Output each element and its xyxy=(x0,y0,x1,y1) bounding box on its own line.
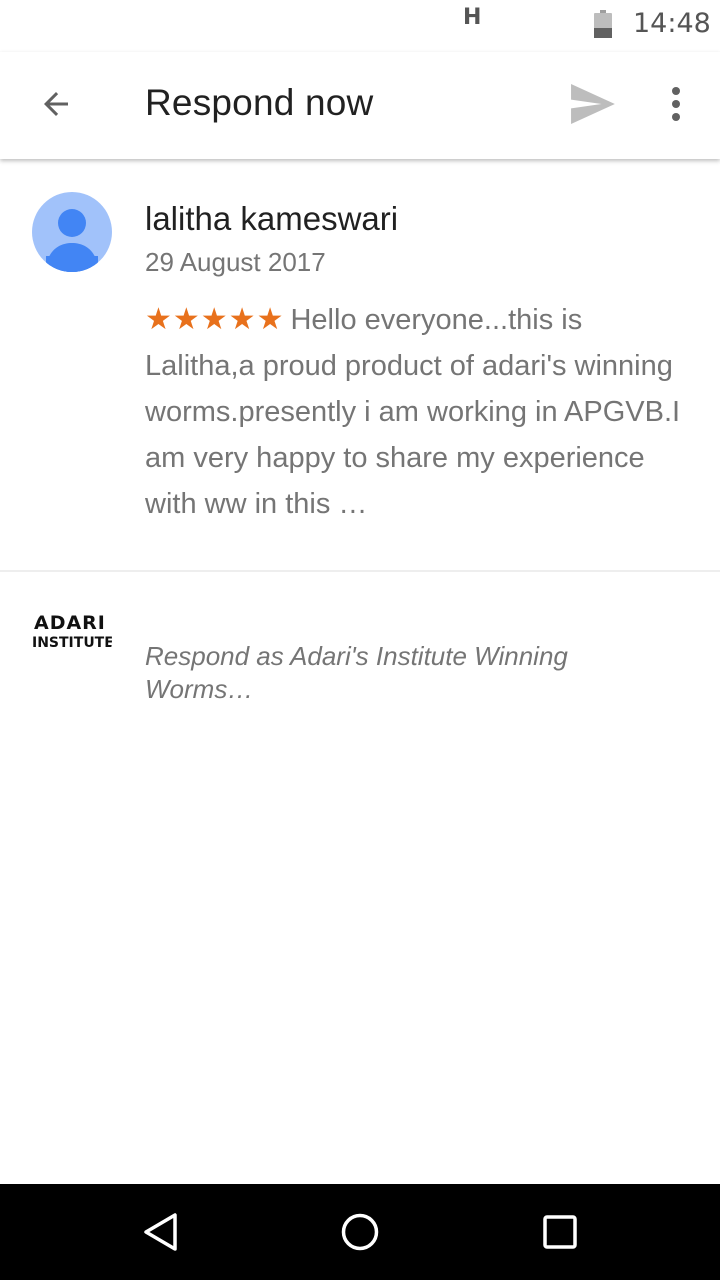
network-indicator: H xyxy=(463,5,482,30)
reviewer-name: lalitha kameswari xyxy=(145,200,399,237)
app-bar: Respond now xyxy=(0,52,720,159)
logo-text-top: ADARI'S xyxy=(34,612,112,634)
review-card: lalitha kameswari 29 August 2017 ★★★★★ He… xyxy=(0,160,720,570)
response-input[interactable]: Respond as Adari's Institute Winning Wor… xyxy=(145,640,665,706)
nav-back-triangle-icon xyxy=(144,1213,177,1251)
nav-home-circle-icon xyxy=(341,1213,379,1251)
more-vert-icon xyxy=(672,87,680,121)
developer-logo: ADARI'S INSTITUTE xyxy=(32,600,112,680)
nav-back-button[interactable] xyxy=(136,1208,184,1256)
review-date: 29 August 2017 xyxy=(145,247,326,277)
back-button[interactable] xyxy=(28,76,84,132)
navigation-bar xyxy=(0,1184,720,1280)
respond-row: ADARI'S INSTITUTE Respond as Adari's Ins… xyxy=(0,572,720,732)
nav-home-button[interactable] xyxy=(336,1208,384,1256)
status-bar: H 14:48 xyxy=(0,0,720,52)
battery-icon xyxy=(594,10,612,38)
page-title: Respond now xyxy=(145,82,374,123)
more-options-button[interactable] xyxy=(656,78,696,130)
nav-recents-square-icon xyxy=(543,1215,577,1249)
star-rating: ★★★★★ xyxy=(145,302,285,337)
screen: H 14:48 Respond now lalitha kameswari 29… xyxy=(0,0,720,1280)
send-icon xyxy=(571,84,615,124)
person-icon xyxy=(46,209,98,272)
status-time: 14:48 xyxy=(633,8,711,39)
nav-recents-button[interactable] xyxy=(536,1208,584,1256)
arrow-back-icon xyxy=(44,92,68,116)
avatar xyxy=(32,192,112,272)
review-text: ★★★★★ Hello everyone...this is Lalitha,a … xyxy=(145,297,695,527)
logo-text-bottom: INSTITUTE xyxy=(32,635,112,651)
send-button[interactable] xyxy=(564,78,620,130)
